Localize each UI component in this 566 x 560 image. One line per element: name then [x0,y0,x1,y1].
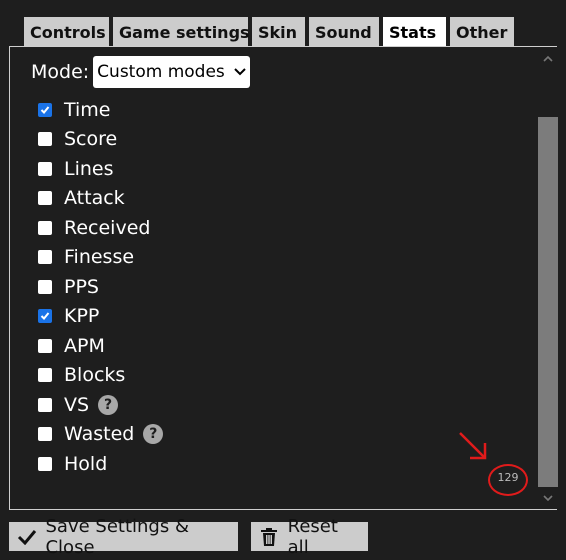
scroll-thumb[interactable] [538,117,558,487]
tab-skin[interactable]: Skin [252,17,305,46]
annotation-number: 129 [497,471,519,484]
scroll-up-icon[interactable] [537,49,558,67]
stat-item-kpp[interactable]: KPP [38,302,163,332]
stat-label: Hold [64,452,108,475]
stat-item-wasted[interactable]: Wasted ? [38,420,164,450]
stat-item-attack[interactable]: Attack [38,184,163,214]
settings-dialog: Controls Game settings Skin Sound Stats … [0,0,566,560]
stat-item-pps[interactable]: PPS [38,272,163,302]
chevron-down-icon [234,64,246,80]
help-icon[interactable]: ? [98,394,119,415]
stat-label: Attack [64,187,125,210]
save-button-label: Save Settings & Close [45,515,189,558]
checkbox[interactable] [38,132,52,147]
stat-label: Lines [64,157,114,180]
checkbox[interactable] [38,250,52,265]
stat-item-vs[interactable]: VS ? [38,390,163,420]
checkbox[interactable] [38,397,52,412]
stat-label: Wasted [64,423,135,446]
stat-label: KPP [64,305,100,328]
tab-game-settings[interactable]: Game settings [113,17,250,46]
tab-sound[interactable]: Sound [309,17,379,46]
tab-bar: Controls Game settings Skin Sound Stats … [24,17,514,46]
stat-item-received[interactable]: Received [38,213,163,243]
checkbox[interactable] [38,338,52,353]
checkbox[interactable] [38,427,52,442]
checkbox[interactable] [38,220,52,235]
checkbox[interactable] [38,309,52,324]
trash-icon [259,526,280,548]
checkbox[interactable] [38,191,52,206]
tab-stats[interactable]: Stats [383,17,446,46]
checkbox[interactable] [38,102,52,117]
mode-row: Mode: Custom modes [31,56,251,88]
checkbox[interactable] [38,279,52,294]
checkmark-icon [17,526,37,548]
save-settings-button[interactable]: Save Settings & Close [9,516,238,558]
checkbox[interactable] [38,161,52,176]
mode-select[interactable]: Custom modes [93,56,251,88]
stat-item-blocks[interactable]: Blocks [38,361,163,391]
stat-item-time[interactable]: Time [38,95,163,125]
check-icon [40,312,50,321]
tab-controls[interactable]: Controls [24,17,109,46]
stat-label: Blocks [64,364,126,387]
tab-other[interactable]: Other [450,17,514,46]
reset-all-button[interactable]: Reset all [251,516,368,558]
reset-button-label: Reset all [287,515,338,558]
scrollbar[interactable] [537,47,558,509]
stat-label: Score [64,128,118,151]
annotation-arrow-icon [459,432,487,460]
mode-label: Mode: [31,61,90,83]
checkbox[interactable] [38,368,52,383]
stat-item-hold[interactable]: Hold [38,449,163,479]
checkbox[interactable] [38,456,52,471]
stat-item-apm[interactable]: APM [38,331,163,361]
stat-item-lines[interactable]: Lines [38,154,163,184]
stat-label: Time [64,98,111,121]
scroll-down-icon[interactable] [537,489,558,507]
help-icon[interactable]: ? [143,424,164,445]
mode-select-value: Custom modes [97,62,225,82]
stat-item-finesse[interactable]: Finesse [38,243,163,273]
stat-label: Received [64,216,151,239]
stat-label: APM [64,334,105,357]
stat-item-score[interactable]: Score [38,125,163,155]
stat-label: Finesse [64,246,135,269]
stat-label: PPS [64,275,99,298]
check-icon [40,106,50,114]
stat-label: VS [64,393,90,416]
stat-list: Time Score Lines Attack Received Finesse [38,95,164,479]
